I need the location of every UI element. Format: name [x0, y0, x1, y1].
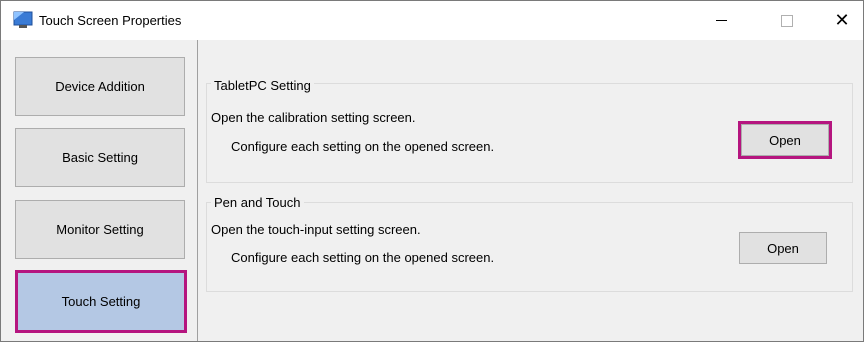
maximize-icon — [781, 14, 793, 27]
tabletpc-open-button[interactable]: Open — [738, 121, 832, 159]
title-bar: Touch Screen Properties ✕ — [1, 1, 863, 40]
minimize-button[interactable] — [698, 1, 744, 40]
close-icon: ✕ — [834, 10, 850, 30]
tabletpc-description-line2: Configure each setting on the opened scr… — [231, 139, 495, 154]
nav-basic-setting-button[interactable]: Basic Setting — [15, 128, 185, 187]
window-title: Touch Screen Properties — [39, 13, 182, 28]
nav-monitor-setting-button[interactable]: Monitor Setting — [15, 200, 185, 259]
maximize-button[interactable] — [764, 1, 810, 40]
nav-device-addition-button[interactable]: Device Addition — [15, 57, 185, 116]
minimize-icon — [715, 20, 727, 21]
pen-touch-description-line2: Configure each setting on the opened scr… — [231, 250, 495, 265]
pen-touch-description-line1: Open the touch-input setting screen. — [211, 222, 421, 237]
pen-touch-open-button[interactable]: Open — [739, 232, 827, 264]
pen-and-touch-group-title: Pen and Touch — [211, 195, 304, 210]
touch-screen-properties-window: Touch Screen Properties ✕ Device Additio… — [0, 0, 864, 342]
tabletpc-setting-group-title: TabletPC Setting — [211, 78, 314, 93]
content-panel: TabletPC Setting Open the calibration se… — [198, 40, 863, 341]
tabletpc-description-line1: Open the calibration setting screen. — [211, 110, 416, 125]
close-button[interactable]: ✕ — [819, 1, 864, 40]
sidebar: Device Addition Basic Setting Monitor Se… — [1, 40, 198, 341]
nav-touch-setting-button[interactable]: Touch Setting — [15, 270, 187, 333]
app-icon — [13, 11, 33, 28]
